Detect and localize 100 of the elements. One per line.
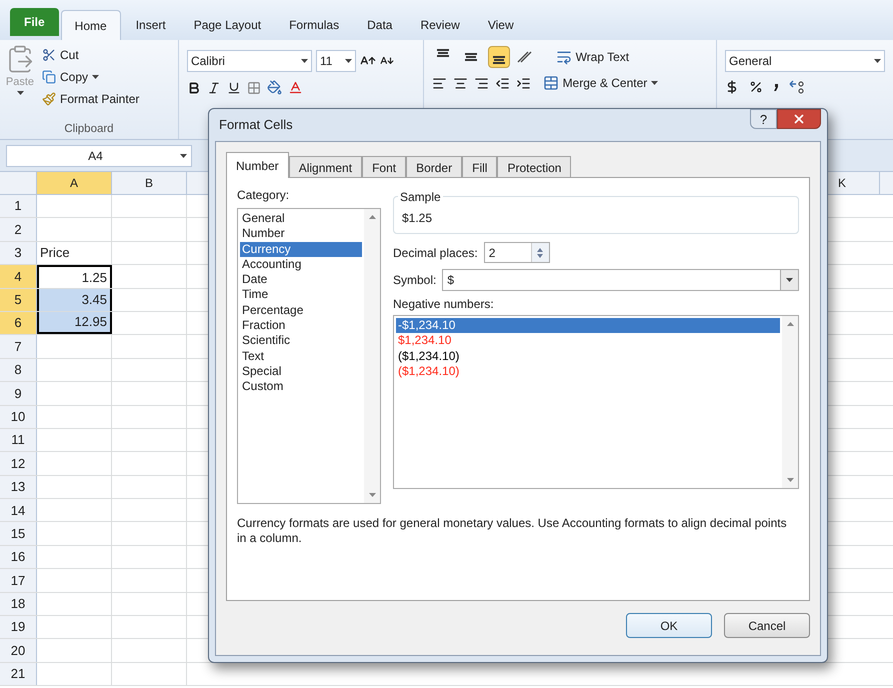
row-header[interactable]: 3 [0, 242, 37, 264]
list-item[interactable]: General [240, 211, 362, 226]
row-header[interactable]: 1 [0, 195, 37, 218]
column-header[interactable]: A [37, 172, 112, 194]
font-name-dropdown[interactable]: Calibri [186, 50, 312, 72]
bold-icon[interactable] [186, 80, 201, 94]
underline-icon[interactable] [226, 80, 241, 94]
comma-style-icon[interactable] [773, 82, 779, 92]
list-item[interactable]: Currency [240, 242, 362, 257]
list-item[interactable]: Accounting [240, 256, 362, 272]
scroll-up-icon[interactable] [368, 215, 376, 219]
list-item[interactable]: Date [240, 272, 362, 288]
row-header[interactable]: 21 [0, 662, 37, 686]
row-header[interactable]: 20 [0, 639, 37, 662]
borders-icon[interactable] [246, 80, 261, 94]
list-item[interactable]: Text [240, 348, 362, 364]
negative-numbers-label: Negative numbers: [393, 296, 495, 313]
dialog-title: Format Cells [219, 116, 293, 134]
symbol-dropdown[interactable]: $ [442, 269, 799, 291]
list-item[interactable]: Time [240, 287, 362, 303]
merge-center-button[interactable]: Merge & Center [542, 74, 658, 92]
caret-icon [651, 81, 658, 85]
category-list[interactable]: General Number Currency Accounting Date Time Percentage Fraction Scientific Text Special Custom [237, 208, 381, 504]
align-right-icon[interactable] [474, 76, 489, 90]
row-header[interactable]: 17 [0, 569, 37, 592]
increase-indent-icon[interactable] [516, 76, 531, 90]
column-header[interactable]: B [112, 172, 187, 194]
list-item[interactable]: $1,234.10 [396, 333, 780, 349]
list-item[interactable]: ($1,234.10) [396, 364, 780, 380]
ribbon-tab[interactable]: Home [60, 10, 121, 40]
scroll-down-icon[interactable] [786, 478, 794, 482]
list-item[interactable]: Scientific [240, 333, 362, 349]
negative-numbers-list[interactable]: -$1,234.10 $1,234.10 ($1,234.10) ($1,234.10) [393, 315, 799, 489]
ok-button[interactable]: OK [626, 613, 712, 638]
dialog-tab[interactable]: Protection [497, 156, 572, 178]
row-header[interactable]: 8 [0, 358, 37, 382]
cut-button[interactable]: Cut [42, 46, 140, 64]
merge-cells-icon [542, 75, 559, 91]
ribbon-tab[interactable]: View [474, 10, 527, 40]
list-item[interactable]: Number [240, 226, 362, 242]
name-box[interactable]: A4 [6, 144, 192, 166]
copy-button[interactable]: Copy [42, 68, 140, 86]
align-center-icon[interactable] [452, 76, 468, 90]
dialog-tab[interactable]: Font [362, 156, 406, 178]
sample-value: $1.25 [402, 210, 432, 227]
list-item[interactable]: Fraction [240, 318, 362, 334]
row-header[interactable]: 11 [0, 428, 37, 452]
caret-icon [300, 59, 308, 63]
scroll-up-icon[interactable] [786, 322, 794, 326]
percent-icon[interactable] [749, 80, 763, 94]
wrap-text-icon [556, 49, 572, 65]
ribbon-tab[interactable]: Data [354, 10, 406, 40]
list-item[interactable]: -$1,234.10 [396, 318, 780, 334]
dialog-tab[interactable]: Number [226, 152, 289, 178]
decrease-indent-icon[interactable] [494, 76, 510, 90]
group-label: Clipboard [64, 122, 114, 138]
ribbon-tab[interactable]: Formulas [276, 10, 352, 40]
fill-color-icon[interactable] [266, 80, 282, 95]
row-header[interactable]: 13 [0, 476, 37, 498]
decimal-places-spinner[interactable]: 2 [484, 242, 550, 263]
row-header[interactable]: 10 [0, 406, 37, 428]
dialog-tab[interactable]: Border [406, 156, 462, 178]
font-color-icon[interactable] [288, 80, 303, 95]
row-header[interactable]: 12 [0, 452, 37, 475]
align-lines-icon [464, 53, 477, 61]
currency-icon[interactable] [725, 80, 739, 94]
list-item[interactable]: ($1,234.10) [396, 348, 780, 364]
caret-icon [874, 59, 881, 63]
row-header[interactable]: 5 [0, 288, 37, 311]
list-item[interactable]: Percentage [240, 302, 362, 318]
dialog-tab[interactable]: Fill [462, 156, 498, 178]
scroll-down-icon[interactable] [368, 493, 376, 497]
ribbon-tab[interactable]: Page Layout [180, 10, 274, 40]
vertical-align-button[interactable] [488, 46, 510, 68]
table-cell: Price [37, 242, 112, 264]
row-header[interactable]: 4 [0, 265, 37, 288]
number-format-dropdown[interactable]: General [725, 50, 885, 72]
row-header[interactable]: 19 [0, 616, 37, 638]
row-header[interactable]: 18 [0, 592, 37, 616]
list-item[interactable]: Custom [240, 379, 362, 395]
cancel-button[interactable]: Cancel [724, 613, 810, 638]
row-header[interactable]: 7 [0, 335, 37, 358]
font-size-dropdown[interactable]: 11 [316, 50, 356, 72]
close-button[interactable] [777, 109, 821, 129]
wrap-text-button[interactable]: Wrap Text [556, 48, 630, 66]
list-item[interactable]: Special [240, 364, 362, 380]
row-header[interactable]: 6 [0, 312, 37, 334]
ribbon-tab[interactable]: Review [407, 10, 473, 40]
row-header[interactable]: 16 [0, 546, 37, 568]
dialog-tab[interactable]: Alignment [288, 156, 362, 178]
help-button[interactable]: ? [750, 109, 777, 129]
row-header[interactable]: 9 [0, 382, 37, 405]
file-tab[interactable]: File [10, 8, 59, 36]
row-header[interactable]: 15 [0, 522, 37, 545]
ribbon-tab[interactable]: Insert [122, 10, 179, 40]
format-painter-button[interactable]: Format Painter [42, 90, 140, 108]
row-header[interactable]: 2 [0, 218, 37, 241]
row-header[interactable]: 14 [0, 499, 37, 522]
align-left-icon[interactable] [432, 76, 447, 90]
italic-icon[interactable] [206, 80, 221, 94]
